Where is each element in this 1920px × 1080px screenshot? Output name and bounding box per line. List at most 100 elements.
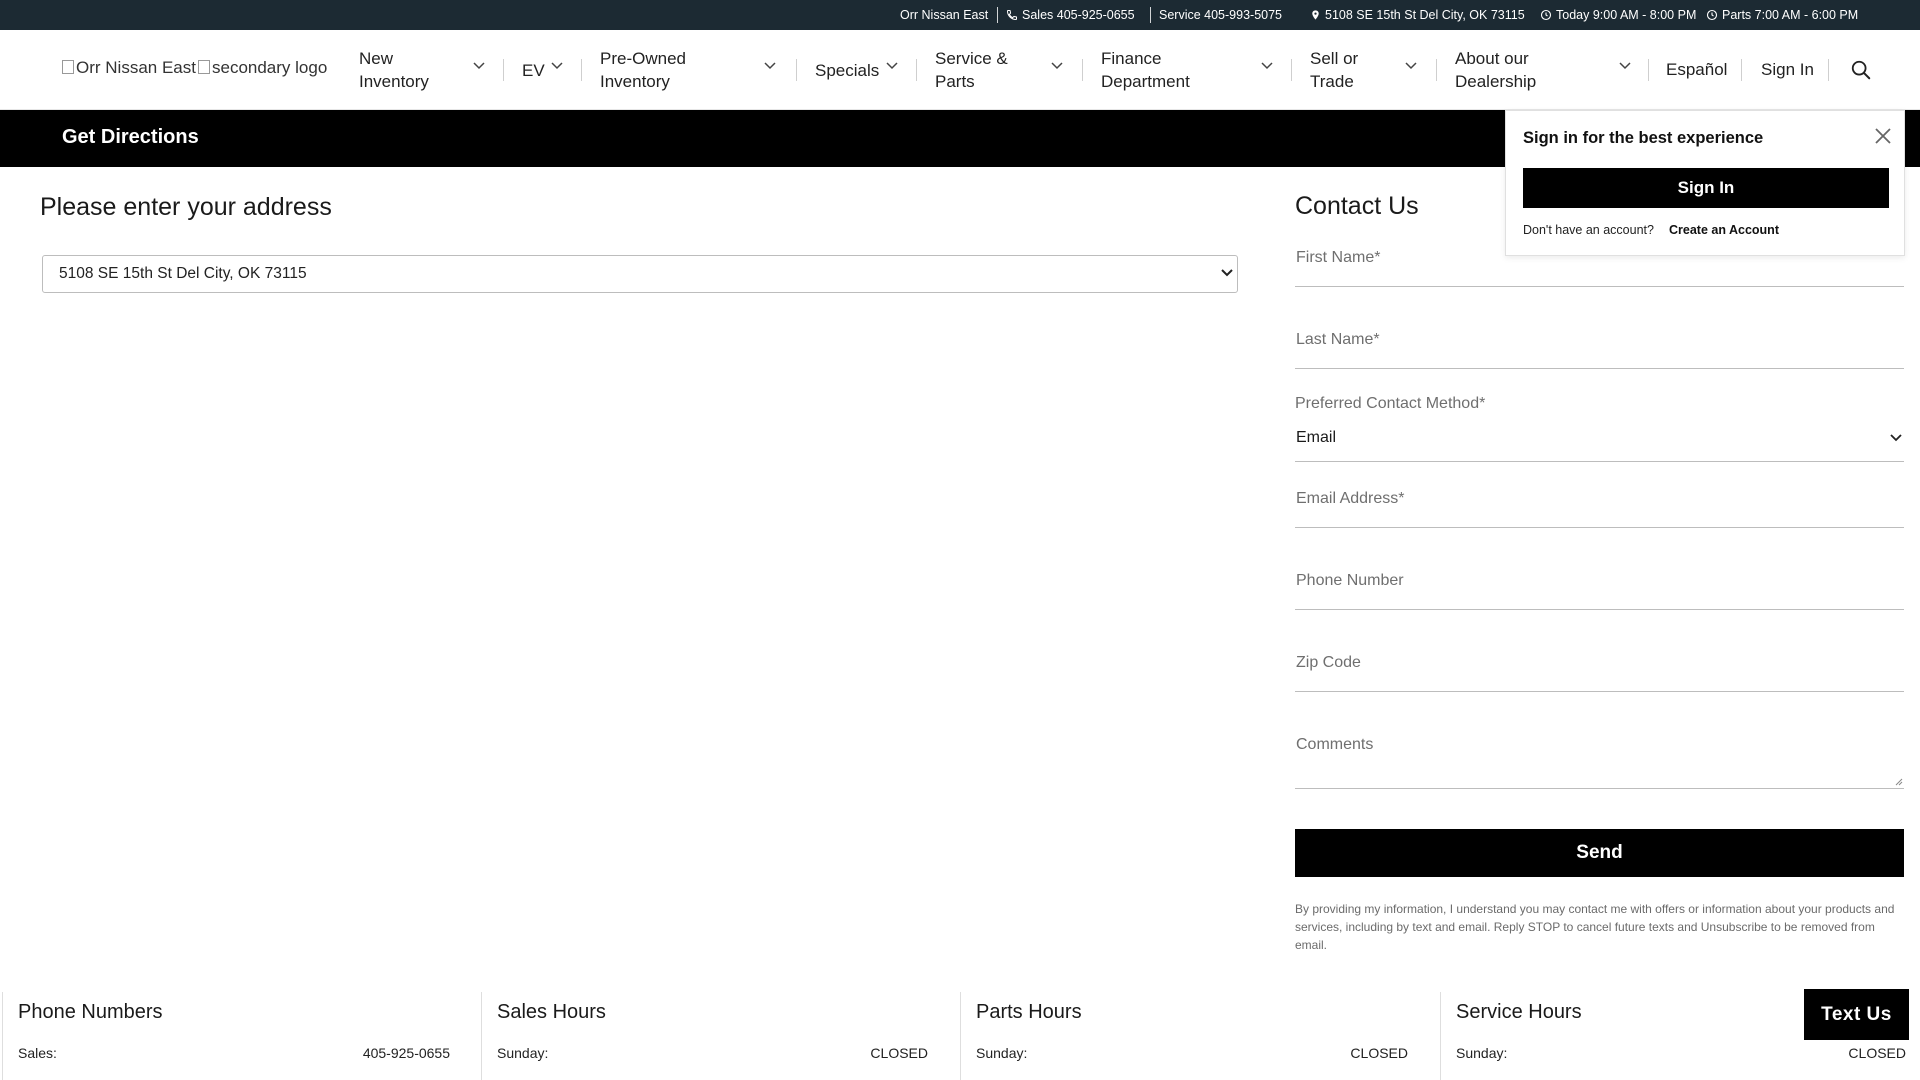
chevron-down-icon (1261, 62, 1273, 70)
nav-specials[interactable]: Specials (815, 46, 910, 94)
close-icon[interactable] (1874, 127, 1892, 145)
row-value: CLOSED (1350, 1045, 1408, 1061)
last-name-placeholder: Last Name* (1296, 331, 1380, 348)
phone-icon (1006, 10, 1017, 21)
block-title: Phone Numbers (18, 1001, 163, 1023)
chevron-down-icon (1405, 62, 1417, 70)
nav-divider (1436, 59, 1437, 81)
broken-image-icon (62, 60, 74, 74)
chevron-down-icon (1619, 62, 1631, 70)
sales-phone-link[interactable]: Sales 405-925-0655 (1006, 0, 1135, 30)
row-label: Sunday: (497, 1045, 549, 1061)
sales-phone-value[interactable]: 405-925-0655 (363, 1045, 450, 1061)
page-title: Get Directions (62, 126, 199, 148)
search-icon[interactable] (1850, 59, 1872, 81)
nav-divider (916, 59, 917, 81)
email-placeholder: Email Address* (1296, 490, 1405, 507)
primary-logo: Orr Nissan East (62, 58, 196, 78)
nav-ev[interactable]: EV (522, 46, 572, 94)
nav-divider (503, 59, 504, 81)
row-value: CLOSED (1848, 1045, 1906, 1061)
service-phone-link[interactable]: Service 405-993-5075 (1159, 0, 1282, 30)
zip-field[interactable]: Zip Code (1295, 645, 1904, 692)
popup-sign-in-button[interactable]: Sign In (1523, 168, 1889, 208)
send-button[interactable]: Send (1295, 829, 1904, 877)
text-us-button[interactable]: Text Us (1804, 989, 1909, 1040)
nav-pre-owned-inventory[interactable]: Pre-Owned Inventory (600, 46, 780, 94)
row-label: Sunday: (976, 1045, 1028, 1061)
row-label: Sunday: (1456, 1045, 1508, 1061)
contact-method-value: Email (1296, 429, 1337, 446)
first-name-placeholder: First Name* (1296, 249, 1381, 266)
divider (997, 7, 998, 23)
nav-divider (1741, 59, 1742, 81)
block-title: Parts Hours (976, 1001, 1082, 1023)
contact-method-select[interactable]: Email (1295, 420, 1904, 462)
nav-service-parts[interactable]: Service & Parts (935, 46, 1065, 94)
header-sign-in-link[interactable]: Sign In (1761, 60, 1814, 80)
last-name-field[interactable]: Last Name* (1295, 322, 1904, 369)
zip-placeholder: Zip Code (1296, 654, 1361, 671)
phone-field[interactable]: Phone Number (1295, 563, 1904, 610)
comments-textarea[interactable]: Comments (1295, 727, 1904, 789)
nav-new-inventory[interactable]: New Inventory (359, 46, 489, 94)
chevron-down-icon (1051, 62, 1063, 70)
nav-finance-department[interactable]: Finance Department (1101, 46, 1276, 94)
chevron-down-icon (886, 62, 898, 70)
divider (2, 992, 3, 1080)
create-account-link[interactable]: Create an Account (1669, 223, 1779, 237)
divider (481, 992, 482, 1080)
nav-divider (581, 59, 582, 81)
chevron-down-icon (551, 62, 563, 70)
row-value: CLOSED (870, 1045, 928, 1061)
sales-phone-text: Sales 405-925-0655 (1022, 8, 1135, 22)
phone-placeholder: Phone Number (1296, 572, 1404, 589)
address-select[interactable]: 5108 SE 15th St Del City, OK 73115 (42, 255, 1238, 293)
nav-divider (1828, 59, 1829, 81)
contact-title: Contact Us (1295, 192, 1419, 220)
nav-sell-or-trade[interactable]: Sell or Trade (1310, 46, 1420, 94)
row-label: Sales: (18, 1045, 57, 1061)
today-hours-text: Today 9:00 AM - 8:00 PM (1556, 8, 1697, 22)
clock-icon (1540, 9, 1552, 21)
address-select-value: 5108 SE 15th St Del City, OK 73115 (59, 265, 307, 282)
chevron-down-icon (1890, 434, 1902, 442)
email-field[interactable]: Email Address* (1295, 481, 1904, 528)
clock-icon (1706, 9, 1718, 21)
resize-handle-icon[interactable] (1894, 777, 1903, 786)
broken-image-icon (197, 60, 210, 74)
today-hours[interactable]: Today 9:00 AM - 8:00 PM (1540, 0, 1696, 30)
phone-numbers-block: Phone Numbers Sales: 405-925-0655 (2, 992, 480, 1080)
nav-divider (1082, 59, 1083, 81)
divider (1440, 992, 1441, 1080)
chevron-down-icon (1221, 269, 1233, 277)
nav-divider (1291, 59, 1292, 81)
first-name-field[interactable]: First Name* (1295, 240, 1904, 287)
logo-link[interactable]: Orr Nissan East secondary logo (62, 58, 327, 78)
nav-divider (1648, 59, 1649, 81)
dealer-name[interactable]: Orr Nissan East (900, 0, 988, 30)
divider (960, 992, 961, 1080)
divider (1150, 7, 1151, 23)
parts-hours-block: Parts Hours Sunday: CLOSED (960, 992, 1439, 1080)
popup-title: Sign in for the best experience (1523, 129, 1764, 147)
parts-hours[interactable]: Parts 7:00 AM - 6:00 PM (1706, 0, 1858, 30)
contact-method-label: Preferred Contact Method* (1295, 395, 1486, 412)
address-text: 5108 SE 15th St Del City, OK 73115 (1325, 8, 1525, 22)
directions-heading: Please enter your address (40, 193, 332, 221)
main-header: Orr Nissan East secondary logo New Invento… (0, 30, 1920, 110)
map-pin-icon (1312, 10, 1319, 20)
espanol-link[interactable]: Español (1666, 60, 1727, 80)
address-link[interactable]: 5108 SE 15th St Del City, OK 73115 (1310, 0, 1525, 30)
block-title: Service Hours (1456, 1001, 1582, 1023)
sign-in-popup: Sign in for the best experience Sign In … (1505, 110, 1905, 256)
popup-note: Don't have an account? (1523, 223, 1654, 237)
chevron-down-icon (473, 62, 485, 70)
parts-hours-text: Parts 7:00 AM - 6:00 PM (1722, 8, 1859, 22)
secondary-logo: secondary logo (197, 58, 327, 78)
sales-hours-block: Sales Hours Sunday: CLOSED (481, 992, 960, 1080)
block-title: Sales Hours (497, 1001, 606, 1023)
chevron-down-icon (764, 62, 776, 70)
nav-about-dealership[interactable]: About our Dealership (1455, 46, 1635, 94)
top-utility-bar: Orr Nissan East Sales 405-925-0655 Servi… (0, 0, 1920, 30)
